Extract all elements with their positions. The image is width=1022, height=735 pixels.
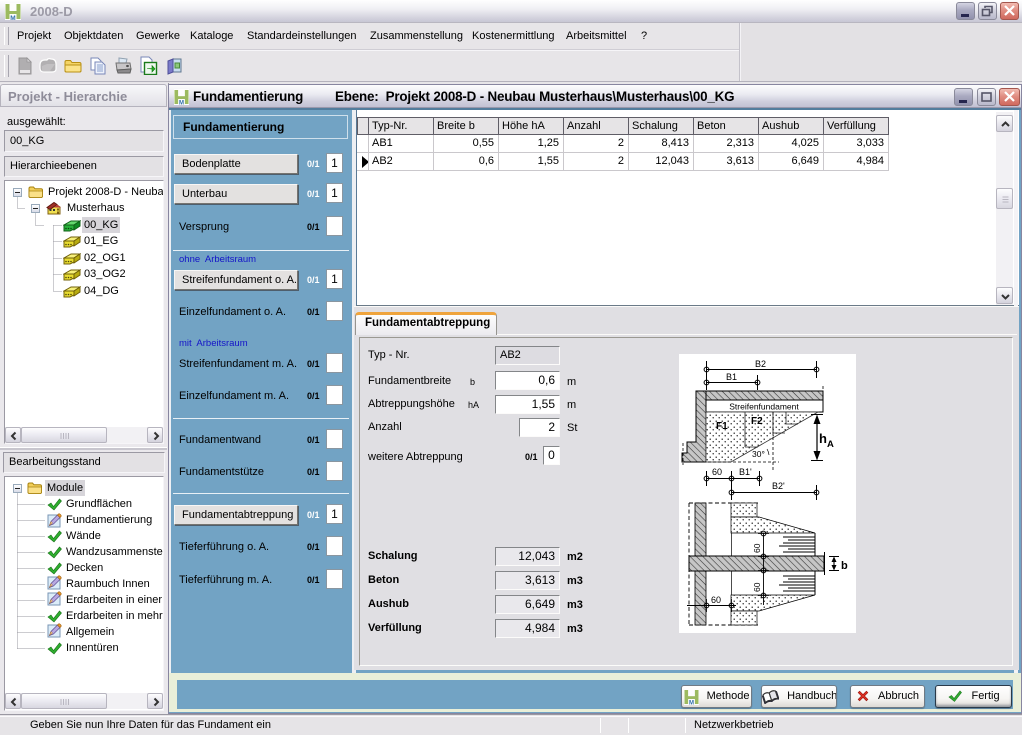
svg-text:B2': B2': [772, 481, 785, 491]
svg-text:60: 60: [711, 595, 721, 605]
svg-text:M: M: [10, 15, 15, 20]
svg-text:b: b: [841, 560, 848, 572]
svg-text:M: M: [689, 701, 694, 705]
svg-text:F1: F1: [716, 421, 728, 432]
svg-text:h: h: [819, 431, 827, 446]
svg-text:F2: F2: [751, 416, 763, 427]
svg-text:30°: 30°: [752, 449, 765, 459]
svg-text:A: A: [827, 439, 834, 450]
svg-text:60: 60: [712, 467, 722, 477]
svg-text:60: 60: [752, 582, 762, 592]
svg-text:60: 60: [752, 543, 762, 553]
svg-text:B2: B2: [755, 359, 766, 369]
svg-text:Streifenfundament: Streifenfundament: [729, 402, 799, 412]
svg-text:B1': B1': [739, 467, 752, 477]
svg-text:B1: B1: [726, 372, 737, 382]
svg-text:M: M: [179, 101, 184, 105]
